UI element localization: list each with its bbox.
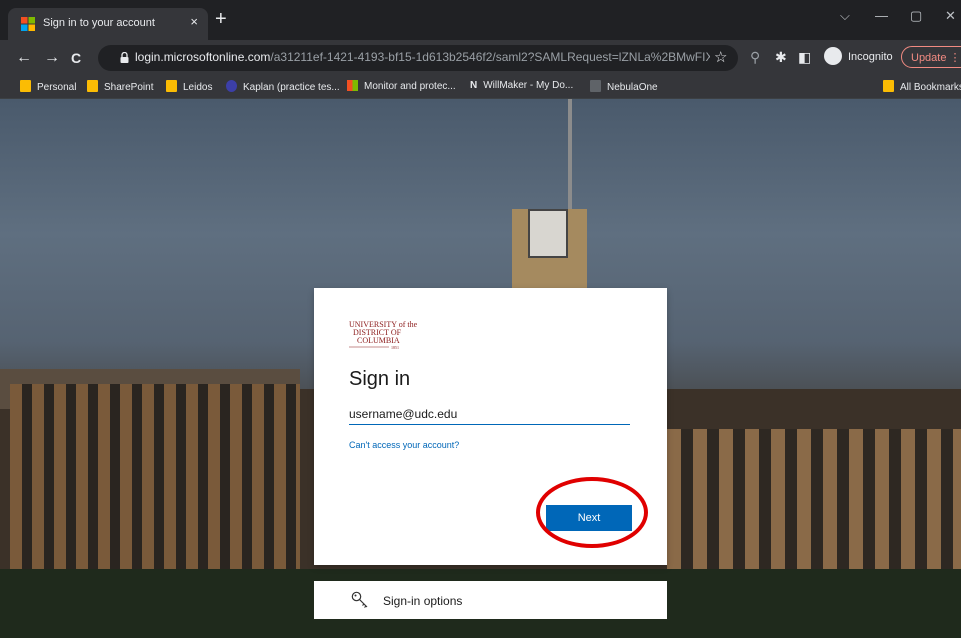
signin-options-label: Sign-in options [383, 594, 463, 608]
willmaker-icon: N [470, 80, 478, 91]
folder-icon [166, 80, 177, 92]
lock-icon [120, 52, 129, 63]
clock-face-icon [528, 209, 568, 258]
back-button[interactable]: ← [16, 49, 32, 67]
microsoft-icon [347, 80, 358, 91]
bookmark-willmaker[interactable]: N WillMaker - My Do... [470, 80, 573, 91]
bookmark-label: Kaplan (practice tes... [243, 82, 340, 93]
incognito-icon[interactable] [824, 47, 842, 65]
building-facade-left [10, 384, 300, 584]
svg-text:COLUMBIA: COLUMBIA [357, 336, 400, 345]
bookmark-leidos[interactable]: Leidos [166, 80, 212, 93]
all-bookmarks-label: All Bookmarks [900, 82, 961, 93]
tab-strip: Sign in to your account × + ⌵ — ▢ ✕ [0, 0, 961, 40]
all-bookmarks[interactable]: All Bookmarks [883, 80, 961, 93]
bookmark-star-icon[interactable]: ☆ [714, 48, 727, 66]
bookmark-monitor[interactable]: Monitor and protec... [347, 80, 456, 92]
browser-tab[interactable]: Sign in to your account × [8, 8, 208, 40]
udc-logo: UNIVERSITY of the DISTRICT OF COLUMBIA 1… [349, 320, 418, 350]
minimize-button[interactable]: — [875, 8, 888, 23]
username-input[interactable] [349, 404, 630, 425]
tower-antenna [568, 99, 572, 209]
close-window-button[interactable]: ✕ [945, 8, 956, 24]
url-host: login.microsoftonline.com [135, 50, 271, 64]
url-path: /a31211ef-1421-4193-bf15-1d613b2546f2/sa… [270, 50, 710, 64]
maximize-button[interactable]: ▢ [910, 8, 922, 24]
bookmark-label: SharePoint [104, 82, 154, 93]
next-button[interactable]: Next [546, 505, 632, 531]
svg-text:1851: 1851 [391, 345, 399, 350]
bookmark-personal[interactable]: Personal [20, 80, 76, 93]
bookmark-label: Monitor and protec... [364, 81, 456, 92]
tab-title: Sign in to your account [43, 17, 155, 29]
extensions-icon[interactable]: ✱ [775, 49, 787, 66]
folder-icon [87, 80, 98, 92]
translate-icon[interactable]: ⚲ [750, 49, 760, 66]
incognito-label[interactable]: Incognito [848, 51, 893, 63]
bookmark-kaplan[interactable]: Kaplan (practice tes... [226, 80, 340, 93]
address-url[interactable]: login.microsoftonline.com/a31211ef-1421-… [135, 50, 710, 64]
cant-access-link[interactable]: Can't access your account? [349, 440, 459, 450]
kaplan-icon [226, 80, 237, 92]
bookmark-label: NebulaOne [607, 82, 658, 93]
new-tab-button[interactable]: + [215, 9, 227, 29]
microsoft-favicon-icon [21, 17, 35, 31]
key-icon [351, 591, 368, 608]
reload-button[interactable]: C [71, 49, 81, 67]
bookmark-sharepoint[interactable]: SharePoint [87, 80, 153, 93]
folder-icon [20, 80, 31, 92]
bookmark-nebulaone[interactable]: NebulaOne [590, 80, 658, 93]
signin-heading: Sign in [349, 368, 411, 390]
bookmark-label: WillMaker - My Do... [483, 80, 574, 91]
tab-close-icon[interactable]: × [190, 14, 198, 29]
grid-icon [590, 80, 601, 92]
bookmark-label: Leidos [183, 82, 213, 93]
bookmark-label: Personal [37, 82, 77, 93]
forward-button[interactable]: → [44, 49, 60, 67]
folder-icon [883, 80, 894, 92]
update-button[interactable]: Update ⋮ [901, 46, 961, 68]
tab-search-icon[interactable]: ⌵ [840, 8, 850, 24]
side-panel-icon[interactable]: ◧ [798, 49, 811, 66]
